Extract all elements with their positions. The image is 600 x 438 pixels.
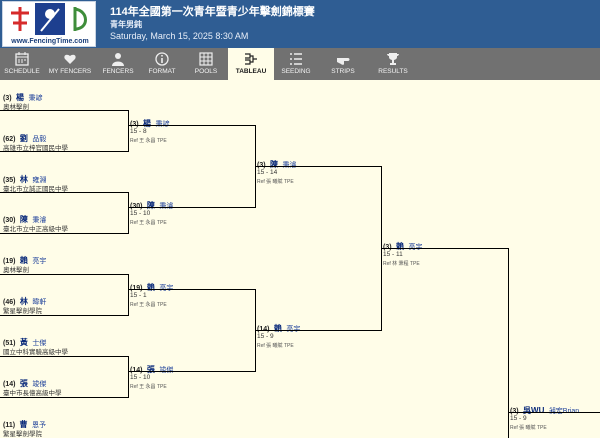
heart-icon (64, 54, 76, 64)
bracket-line (0, 233, 128, 234)
bracket-line (255, 166, 381, 167)
bout-score: 15 - 14 (257, 169, 278, 176)
entrant-club: 奧林擊劍 (3, 267, 29, 274)
bout-score: 15 - 10 (130, 210, 151, 217)
bracket-line (381, 248, 508, 249)
bout-referee: Ref 林 秉程 TPE (383, 261, 420, 267)
event-date: Saturday, March 15, 2025 8:30 AM (110, 31, 249, 41)
bracket-line (128, 371, 255, 372)
bracket-line (128, 207, 255, 208)
tournament-title: 114年全國第一次青年暨青少年擊劍錦標賽 (110, 6, 315, 18)
tab-label: STRIPS (331, 68, 355, 75)
tab-my-fencers[interactable]: MY FENCERS (44, 48, 96, 80)
tab-pools[interactable]: POOLS (184, 48, 228, 80)
entrant-club: 國立中科實驗高級中學 (3, 349, 68, 356)
tab-label: SCHEDULE (4, 68, 40, 75)
bracket-line (0, 110, 128, 111)
fencingtime-logo[interactable]: www.FencingTime.com (2, 1, 96, 47)
bout-score: 15 - 1 (130, 292, 147, 299)
bout-referee: Ref 張 曦賦 TPE (510, 425, 547, 431)
tab-label: POOLS (194, 68, 218, 75)
entrant-club: 臺中市長億高級中學 (3, 390, 62, 397)
person-icon (112, 53, 124, 66)
tab-fencers[interactable]: FENCERS (96, 48, 140, 80)
tab-label: RESULTS (378, 68, 408, 75)
bracket-connector (508, 248, 509, 438)
app-header: www.FencingTime.com 114年全國第一次青年暨青少年擊劍錦標賽… (0, 0, 600, 48)
pointing-hand-icon (337, 58, 350, 65)
tab-label: SEEDING (281, 68, 311, 75)
blue-fencer-flag-icon (35, 3, 65, 35)
tab-results[interactable]: RESULTS (368, 48, 418, 80)
tab-seeding[interactable]: SEEDING (274, 48, 318, 80)
logo-url: www.FencingTime.com (11, 38, 89, 45)
entrant-club: 繁星擊劍學院 (3, 308, 42, 315)
bout-score: 15 - 10 (130, 374, 151, 381)
bracket-line (0, 274, 128, 275)
info-icon (155, 52, 169, 66)
entrant-club: 繁星擊劍學院 (3, 431, 42, 438)
tab-label: TABLEAU (235, 68, 267, 75)
bout-referee: Ref 張 曦賦 TPE (257, 343, 294, 349)
bout-referee: Ref 王 永昌 TPE (130, 384, 167, 390)
bracket-connector (128, 274, 129, 316)
bracket-connector (128, 356, 129, 398)
bracket-line (508, 412, 600, 413)
bracket-line (0, 151, 128, 152)
bout-referee: Ref 王 永昌 TPE (130, 138, 167, 144)
bout-referee: Ref 王 永昌 TPE (130, 220, 167, 226)
grid-icon (199, 52, 213, 66)
green-fencer-flag-icon (65, 3, 95, 35)
nav-tabbar: SCHEDULE MY FENCERS FENCERS FORMAT POOLS… (0, 48, 600, 80)
bracket-line (0, 356, 128, 357)
bout-score: 15 - 11 (383, 251, 403, 258)
bout-score: 15 - 9 (510, 415, 527, 422)
calendar-icon (15, 52, 29, 66)
tab-schedule[interactable]: SCHEDULE (0, 48, 44, 80)
trophy-icon (387, 53, 399, 65)
tab-label: FENCERS (102, 68, 134, 75)
bracket-connector (128, 110, 129, 152)
bracket-line (255, 330, 381, 331)
bracket-line (0, 397, 128, 398)
tab-label: MY FENCERS (48, 68, 92, 75)
bracket-line (0, 192, 128, 193)
list-icon (290, 53, 302, 65)
tab-tableau[interactable]: TABLEAU (228, 48, 274, 80)
red-fencer-flag-icon (5, 3, 35, 35)
tab-format[interactable]: FORMAT (140, 48, 184, 80)
bout-referee: Ref 張 曦賦 TPE (257, 179, 294, 185)
bracket-line (0, 315, 128, 316)
tab-label: FORMAT (148, 68, 176, 75)
bout-score: 15 - 8 (130, 128, 147, 135)
bout-referee: Ref 王 永昌 TPE (130, 302, 167, 308)
bracket-line (128, 125, 255, 126)
bracket-connector (128, 192, 129, 234)
event-name: 青年男鈍 (110, 20, 142, 29)
bracket-icon (245, 53, 257, 65)
entrant-club: 臺北市立中正高級中學 (3, 226, 68, 233)
tableau-bracket: (3) 楊 秉諺 奧林擊劍 (62) 劉 品毅 高雄市立梓官國民中學 (35) … (0, 80, 600, 438)
bracket-line (128, 289, 255, 290)
bout-score: 15 - 9 (257, 333, 274, 340)
tab-strips[interactable]: STRIPS (318, 48, 368, 80)
